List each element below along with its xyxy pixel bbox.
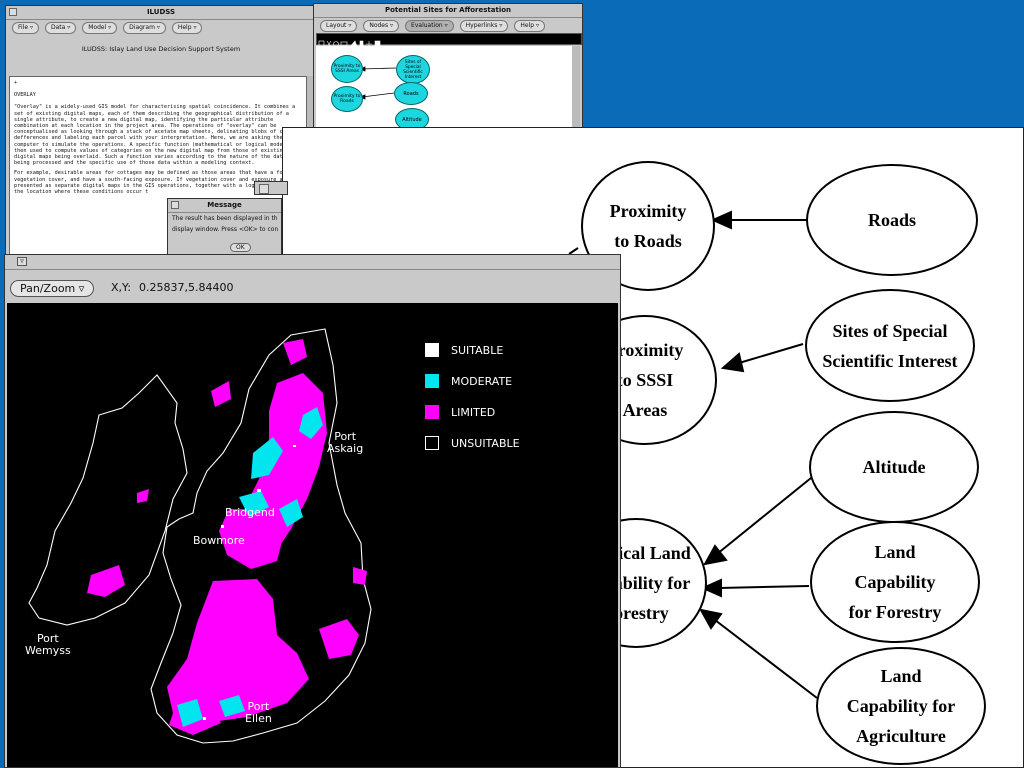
background-window: [254, 181, 288, 195]
mini-node-roads[interactable]: Roads: [394, 82, 428, 105]
menu-diagram[interactable]: Diagram ▿: [123, 21, 166, 34]
afforestation-menubar: Layout ▿ Nodes ▿ Evaluation ▿ Hyperlinks…: [314, 18, 582, 33]
message-window-menu-icon[interactable]: [171, 201, 179, 209]
mini-node-proximity-sssi[interactable]: Proximity to SSSI Areas: [331, 55, 363, 83]
legend-suitable-label: SUITABLE: [451, 343, 504, 357]
menu-data[interactable]: Data ▿: [44, 21, 77, 34]
legend-moderate: MODERATE: [425, 374, 512, 388]
town-port-askaig: Port Askaig: [327, 430, 364, 455]
afforestation-scrollbar[interactable]: [572, 46, 580, 132]
town-bowmore: Bowmore: [193, 534, 245, 547]
legend-suitable-swatch: [425, 343, 439, 357]
map-titlebar[interactable]: ▿: [5, 255, 620, 270]
legend-unsuitable-swatch: [425, 436, 439, 450]
legend-unsuitable: UNSUITABLE: [425, 436, 520, 450]
legend-suitable: SUITABLE: [425, 343, 503, 357]
overlay-paragraph-1: "Overlay" is a widely-used GIS model for…: [14, 104, 299, 167]
ok-button[interactable]: OK: [230, 243, 251, 252]
node-sites-special-scientific-interest[interactable]: Sites of Special Scientific Interest: [805, 289, 975, 402]
message-line-2: display window. Press <OK> to con: [172, 226, 279, 233]
legend-unsuitable-label: UNSUITABLE: [451, 436, 520, 450]
iludss-menubar: File ▿ Data ▿ Model ▿ Diagram ▿ Help ▿: [6, 20, 316, 35]
mini-node-special-sites[interactable]: Sites of Special Scientific Interest: [396, 55, 430, 84]
map-window: ▿ Pan/Zoom ▿ X,Y: 0.25837,5.84400 SUITAB…: [4, 254, 621, 768]
legend-moderate-swatch: [425, 374, 439, 388]
message-title: Message: [207, 201, 242, 209]
iludss-subtitle: ILUDSS: Islay Land Use Decision Support …: [81, 45, 241, 53]
menu-hyperlinks[interactable]: Hyperlinks ▿: [459, 19, 509, 32]
legend-moderate-label: MODERATE: [451, 374, 513, 388]
legend-limited-swatch: [425, 405, 439, 419]
node-land-capability-agriculture[interactable]: Land Capability for Agriculture: [816, 647, 986, 765]
iludss-titlebar[interactable]: ILUDSS: [6, 6, 316, 20]
background-window-menu-icon[interactable]: [259, 184, 269, 194]
map-window-menu-icon[interactable]: ▿: [17, 257, 27, 266]
town-bridgend: Bridgend: [225, 506, 275, 519]
town-port-wemyss: Port Wemyss: [25, 632, 71, 657]
legend-limited: LIMITED: [425, 405, 495, 419]
xy-label: X,Y:: [111, 281, 131, 294]
menu-help-2[interactable]: Help ▿: [514, 19, 545, 32]
menu-nodes[interactable]: Nodes ▿: [363, 19, 400, 32]
node-altitude[interactable]: Altitude: [809, 411, 979, 523]
mini-diagram-canvas: Proximity to SSSI Areas Sites of Special…: [316, 46, 572, 132]
xy-readout: 0.25837,5.84400: [139, 281, 234, 294]
map-canvas[interactable]: SUITABLE MODERATE LIMITED UNSUITABLE Por…: [7, 303, 618, 767]
message-titlebar[interactable]: Message: [168, 199, 281, 213]
message-line-1: The result has been displayed in th: [172, 215, 278, 222]
islay-map: [28, 328, 372, 744]
menu-evaluation[interactable]: Evaluation ▿: [405, 19, 454, 32]
town-port-ellen: Port Ellen: [245, 700, 272, 725]
menu-layout[interactable]: Layout ▿: [320, 19, 358, 32]
node-land-capability-forestry[interactable]: Land Capability for Forestry: [810, 521, 980, 643]
node-roads[interactable]: Roads: [806, 164, 978, 276]
mini-node-proximity-roads[interactable]: Proximity to Roads: [331, 86, 363, 112]
afforestation-titlebar[interactable]: Potential Sites for Afforestation: [314, 4, 582, 18]
afforestation-window: Potential Sites for Afforestation Layout…: [313, 3, 583, 133]
afforestation-title: Potential Sites for Afforestation: [384, 6, 512, 14]
tool-palette: [316, 33, 582, 48]
menu-model[interactable]: Model ▿: [82, 21, 118, 34]
menu-file[interactable]: File ▿: [12, 21, 39, 34]
menu-help[interactable]: Help ▿: [171, 21, 203, 34]
message-dialog: Message The result has been displayed in…: [167, 198, 282, 256]
window-menu-icon[interactable]: [9, 8, 17, 16]
legend-limited-label: LIMITED: [451, 405, 496, 419]
iludss-title: ILUDSS: [146, 8, 176, 16]
pan-zoom-menu[interactable]: Pan/Zoom ▿: [10, 280, 95, 297]
map-toolbar: Pan/Zoom ▿ X,Y: 0.25837,5.84400: [5, 270, 620, 302]
